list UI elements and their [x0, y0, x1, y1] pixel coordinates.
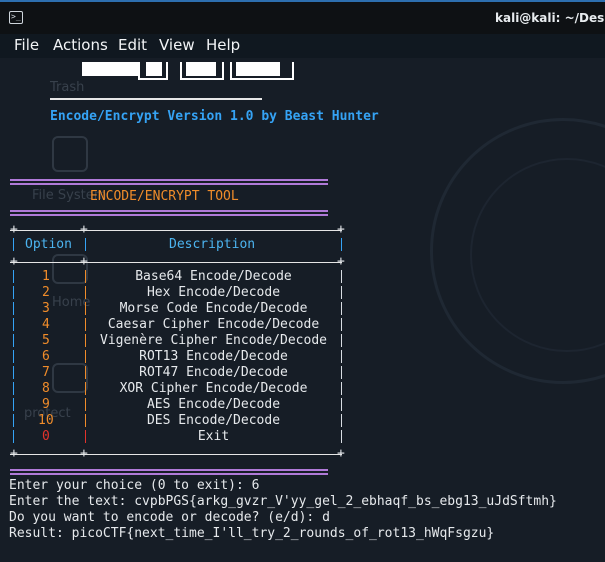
- separator-bottom: [10, 210, 328, 216]
- filesystem-icon: [52, 136, 88, 172]
- banner-text: Encode/Encrypt Version 1.0 by Beast Hunt…: [50, 109, 379, 124]
- menu-help[interactable]: Help: [206, 36, 240, 54]
- terminal-icon: >_: [9, 11, 23, 24]
- prompt-mode: Do you want to encode or decode? (e/d): …: [9, 510, 330, 525]
- option-number: 10: [38, 413, 54, 428]
- menu-actions[interactable]: Actions: [53, 36, 108, 54]
- option-number: 5: [42, 333, 50, 348]
- option-description: Hex Encode/Decode: [146, 285, 281, 300]
- option-description: AES Encode/Decode: [146, 397, 281, 412]
- menu-file[interactable]: File: [14, 36, 39, 54]
- option-description: Exit: [197, 429, 230, 444]
- option-number: 7: [42, 365, 50, 380]
- option-description: Morse Code Encode/Decode: [119, 301, 308, 316]
- option-number: 6: [42, 349, 50, 364]
- option-description: Base64 Encode/Decode: [135, 269, 292, 284]
- menu-view[interactable]: View: [159, 36, 195, 54]
- prompt-choice: Enter your choice (0 to exit): 6: [9, 478, 260, 493]
- option-number: 1: [42, 269, 50, 284]
- terminal-area[interactable]: Trash File System Home protect Encode/En…: [0, 58, 605, 562]
- header-option: Option: [25, 237, 72, 252]
- tool-title: ENCODE/ENCRYPT TOOL: [90, 189, 239, 204]
- result-line: Result: picoCTF{next_time_I'll_try_2_rou…: [9, 526, 495, 541]
- option-description: Vigenère Cipher Encode/Decode: [100, 333, 327, 348]
- option-number: 8: [42, 381, 50, 396]
- folder-icon: [52, 363, 88, 393]
- window-titlebar: >_ kali@kali: ~/Desktop: [0, 0, 605, 34]
- option-number: 4: [42, 317, 50, 332]
- option-description: Caesar Cipher Encode/Decode: [107, 317, 320, 332]
- menu-edit[interactable]: Edit: [118, 36, 147, 54]
- option-description: DES Encode/Decode: [146, 413, 281, 428]
- separator-top: [10, 179, 328, 185]
- option-number: 9: [42, 397, 50, 412]
- option-description: ROT47 Encode/Decode: [139, 365, 288, 380]
- prompt-text: Enter the text: cvpbPGS{arkg_gvzr_V'yy_g…: [9, 494, 557, 509]
- window-title: kali@kali: ~/Desktop: [495, 11, 605, 25]
- option-description: XOR Cipher Encode/Decode: [119, 381, 308, 396]
- option-number: 3: [42, 301, 50, 316]
- option-number: 0: [42, 429, 50, 444]
- option-description: ROT13 Encode/Decode: [139, 349, 288, 364]
- option-number: 2: [42, 285, 50, 300]
- separator-end: [10, 469, 328, 475]
- desktop-trash-label: Trash: [50, 80, 85, 95]
- header-description: Description: [169, 237, 256, 252]
- menu-bar: File Actions Edit View Help: [0, 34, 605, 58]
